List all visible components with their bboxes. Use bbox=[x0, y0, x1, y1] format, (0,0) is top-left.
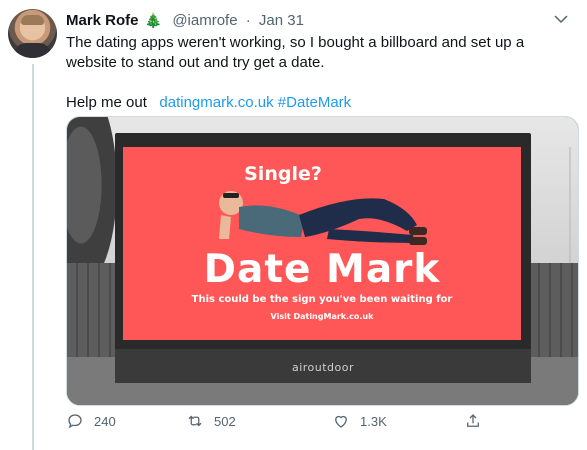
image-tree bbox=[67, 117, 117, 287]
thread-line bbox=[32, 64, 34, 450]
tweet: Mark Rofe 🎄 @iamrofe · Jan 31 The dating… bbox=[0, 0, 587, 450]
tweet-text: The dating apps weren't working, so I bo… bbox=[66, 33, 566, 113]
billboard-headline: Single? bbox=[244, 163, 322, 185]
website-link[interactable]: datingmark.co.uk bbox=[159, 94, 273, 111]
avatar-shirt bbox=[14, 43, 51, 58]
share-icon bbox=[467, 414, 479, 427]
separator: · bbox=[245, 12, 251, 29]
tweet-text-line-1: The dating apps weren't working, so I bo… bbox=[66, 34, 525, 71]
reclining-man-illustration bbox=[219, 191, 427, 245]
billboard-brand: airoutdoor bbox=[291, 361, 355, 374]
reply-button[interactable]: 240 bbox=[66, 412, 116, 430]
hashtag-link[interactable]: #DateMark bbox=[278, 94, 351, 111]
heart-icon bbox=[335, 415, 347, 428]
share-button[interactable] bbox=[464, 412, 482, 430]
tweet-text-line-2: Help me out datingmark.co.uk #DateMark bbox=[66, 93, 566, 113]
help-text: Help me out bbox=[66, 94, 147, 111]
author-emoji: 🎄 bbox=[144, 12, 163, 28]
image-pylon bbox=[527, 147, 571, 267]
tweet-image[interactable]: airoutdoor Single? Date Mark This could … bbox=[66, 116, 579, 406]
author-name[interactable]: Mark Rofe bbox=[66, 12, 139, 29]
retweet-button[interactable]: 502 bbox=[186, 412, 236, 430]
tweet-header: Mark Rofe 🎄 @iamrofe · Jan 31 bbox=[66, 11, 304, 30]
reply-count: 240 bbox=[94, 413, 116, 429]
tweet-date[interactable]: Jan 31 bbox=[259, 12, 304, 29]
like-button[interactable]: 1.3K bbox=[332, 412, 387, 430]
billboard-visit: Visit DatingMark.co.uk bbox=[270, 312, 374, 321]
billboard-title: Date Mark bbox=[203, 247, 441, 292]
retweet-icon bbox=[188, 415, 202, 427]
billboard-tagline: This could be the sign you've been waiti… bbox=[191, 294, 453, 305]
reply-icon bbox=[68, 414, 82, 429]
avatar[interactable] bbox=[8, 9, 57, 58]
like-count: 1.3K bbox=[360, 413, 387, 429]
tweet-actions: 240 502 1.3K bbox=[66, 412, 486, 434]
author-handle[interactable]: @iamrofe bbox=[172, 12, 237, 29]
chevron-down-icon[interactable] bbox=[552, 10, 570, 28]
avatar-hair bbox=[21, 15, 44, 25]
retweet-count: 502 bbox=[214, 413, 236, 429]
